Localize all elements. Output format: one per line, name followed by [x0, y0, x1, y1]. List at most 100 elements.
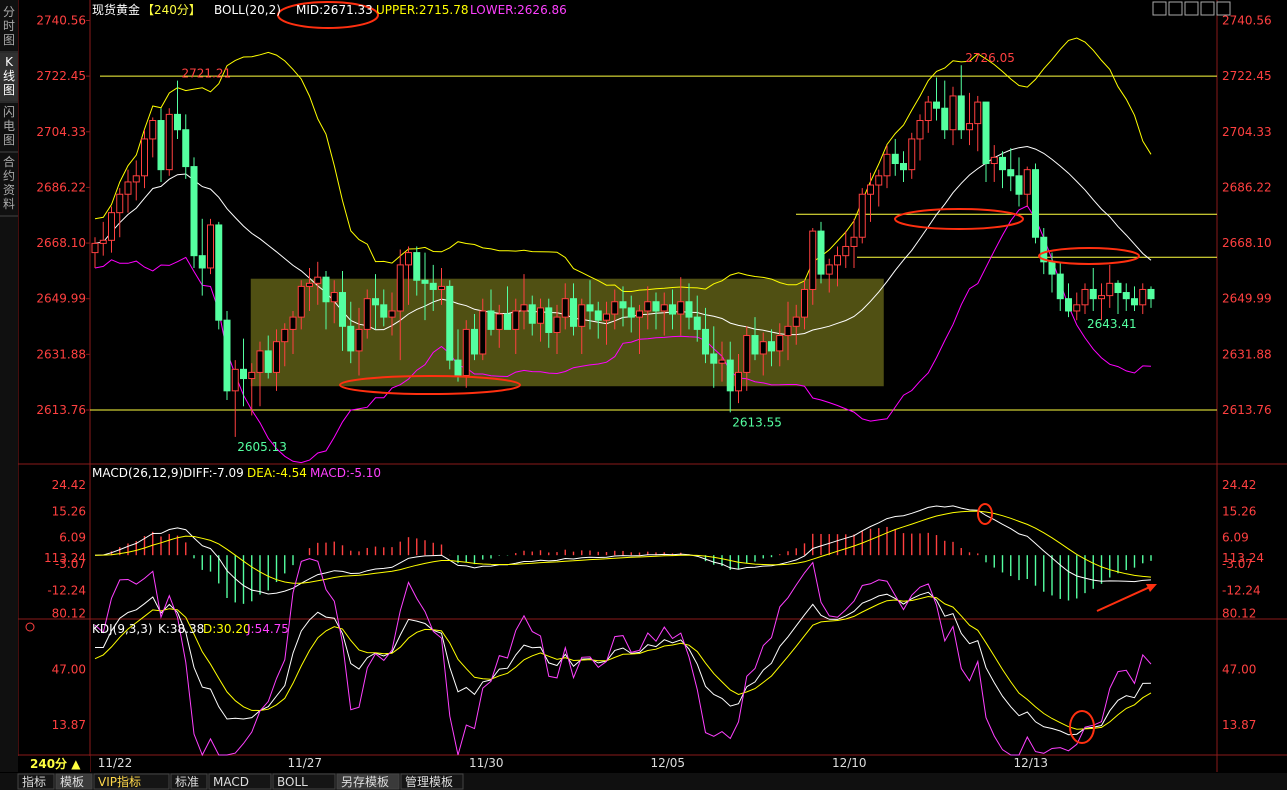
candle-up — [784, 325, 792, 337]
bottom-tab-label: MACD — [213, 775, 249, 789]
candle-down — [1007, 169, 1015, 177]
candle-up — [858, 193, 866, 238]
sidebar-tab-char: 约 — [3, 168, 15, 183]
candle-up — [603, 313, 610, 321]
period-selector: 240分 ▲ — [30, 756, 81, 771]
candle-down — [504, 313, 511, 330]
candle-up — [281, 328, 289, 343]
candle-down — [322, 276, 330, 303]
macd-axis-right-label: 15.26 — [1222, 504, 1256, 518]
candle-up — [479, 310, 487, 355]
candle-down — [223, 319, 231, 392]
candle-up — [1098, 295, 1105, 300]
price-axis-right-label: 2686.22 — [1222, 180, 1272, 194]
candle-down — [652, 301, 660, 312]
candle-up — [735, 371, 742, 392]
sidebar-tab-char: 图 — [3, 33, 15, 47]
candle-up — [949, 95, 957, 131]
candle-up — [990, 156, 998, 165]
sidebar-tab-char: K — [5, 55, 14, 69]
candle-up — [1106, 282, 1114, 297]
sidebar-tab-char: 线 — [3, 69, 15, 83]
candle-up — [108, 212, 115, 241]
candle-up — [537, 307, 544, 324]
candle-up — [256, 350, 264, 373]
candle-down — [190, 166, 198, 257]
candle-up — [809, 230, 817, 290]
candle-down — [1122, 292, 1130, 300]
candle-up — [792, 316, 800, 327]
candle-up — [289, 316, 297, 330]
candle-up — [834, 255, 841, 266]
candle-up — [561, 298, 569, 318]
candle-down — [339, 292, 346, 327]
bottom-tab-label: 指标 — [22, 774, 46, 789]
sidebar-tab-char: 图 — [3, 133, 15, 147]
candle-down — [446, 285, 454, 361]
candle-up — [801, 288, 808, 318]
candle-down — [1015, 175, 1023, 195]
macd-axis-left-label: 6.09 — [59, 531, 86, 545]
candle-up — [578, 304, 586, 327]
candle-up — [231, 368, 239, 392]
sidebar-tab-char: 资 — [3, 183, 15, 197]
chart-frame — [0, 0, 1287, 790]
candle-down — [702, 328, 709, 355]
candle-down — [215, 224, 223, 321]
candle-down — [1032, 169, 1039, 238]
candle-down — [347, 325, 355, 352]
candle-up — [141, 138, 148, 177]
bottom-tab-label: BOLL — [277, 775, 308, 789]
candle-up — [306, 282, 313, 287]
candle-down — [586, 304, 594, 312]
sidebar-tab-char: 电 — [3, 119, 15, 133]
price-axis-right-label: 2668.10 — [1222, 236, 1272, 250]
candle-up — [718, 359, 726, 364]
price-axis-right-label: 2704.33 — [1222, 125, 1272, 139]
price-axis-right-label: 2740.56 — [1222, 14, 1272, 28]
candle-down — [182, 129, 190, 168]
date-axis-label: 11/30 — [469, 756, 504, 770]
candle-down — [372, 298, 379, 306]
date-axis-label: 12/13 — [1013, 756, 1048, 770]
candle-up — [363, 298, 371, 330]
bottom-tab-label: VIP指标 — [98, 774, 141, 789]
candle-up — [1081, 288, 1089, 306]
candle-down — [594, 310, 602, 321]
candle-down — [570, 298, 577, 327]
candle-down — [1065, 298, 1072, 312]
candle-up — [520, 304, 528, 312]
candle-down — [264, 350, 272, 373]
candle-down — [1147, 288, 1155, 300]
candle-down — [545, 307, 553, 333]
price-axis-left-label: 2686.22 — [36, 180, 86, 194]
macd-axis-left-label: -12.24 — [47, 583, 86, 597]
candle-down — [817, 230, 825, 275]
low-price-label: 2605.13 — [237, 440, 287, 454]
high-price-label: 2726.05 — [965, 51, 1015, 65]
date-axis-label: 12/10 — [832, 756, 867, 770]
candle-down — [1114, 282, 1122, 294]
candle-down — [627, 307, 635, 318]
candle-up — [883, 153, 891, 177]
macd-axis-right-label: 24.42 — [1222, 478, 1256, 492]
candle-up — [924, 101, 932, 122]
price-axis-left-label: 2722.45 — [36, 69, 86, 83]
price-axis-left-label: 2613.76 — [36, 403, 86, 417]
macd-axis-left-label: 24.42 — [52, 478, 86, 492]
candle-down — [619, 301, 627, 309]
date-axis-label: 12/05 — [650, 756, 685, 770]
bottom-tab-label: 模板 — [60, 775, 84, 789]
kdj-axis-right-label: 113.24 — [1222, 551, 1264, 565]
macd-name: MACD(26,12,9) — [92, 466, 183, 480]
candle-down — [1089, 288, 1097, 300]
kdj-k: K:38.38 — [158, 622, 204, 636]
candle-down — [1131, 298, 1138, 306]
kdj-j: J:54.75 — [246, 622, 289, 636]
candle-up — [776, 335, 784, 352]
candle-up — [553, 316, 561, 333]
candle-up — [462, 328, 470, 376]
kdj-axis-right-label: 47.00 — [1222, 662, 1256, 676]
sidebar-tab-char: 时 — [3, 19, 15, 33]
candle-up — [438, 285, 445, 290]
